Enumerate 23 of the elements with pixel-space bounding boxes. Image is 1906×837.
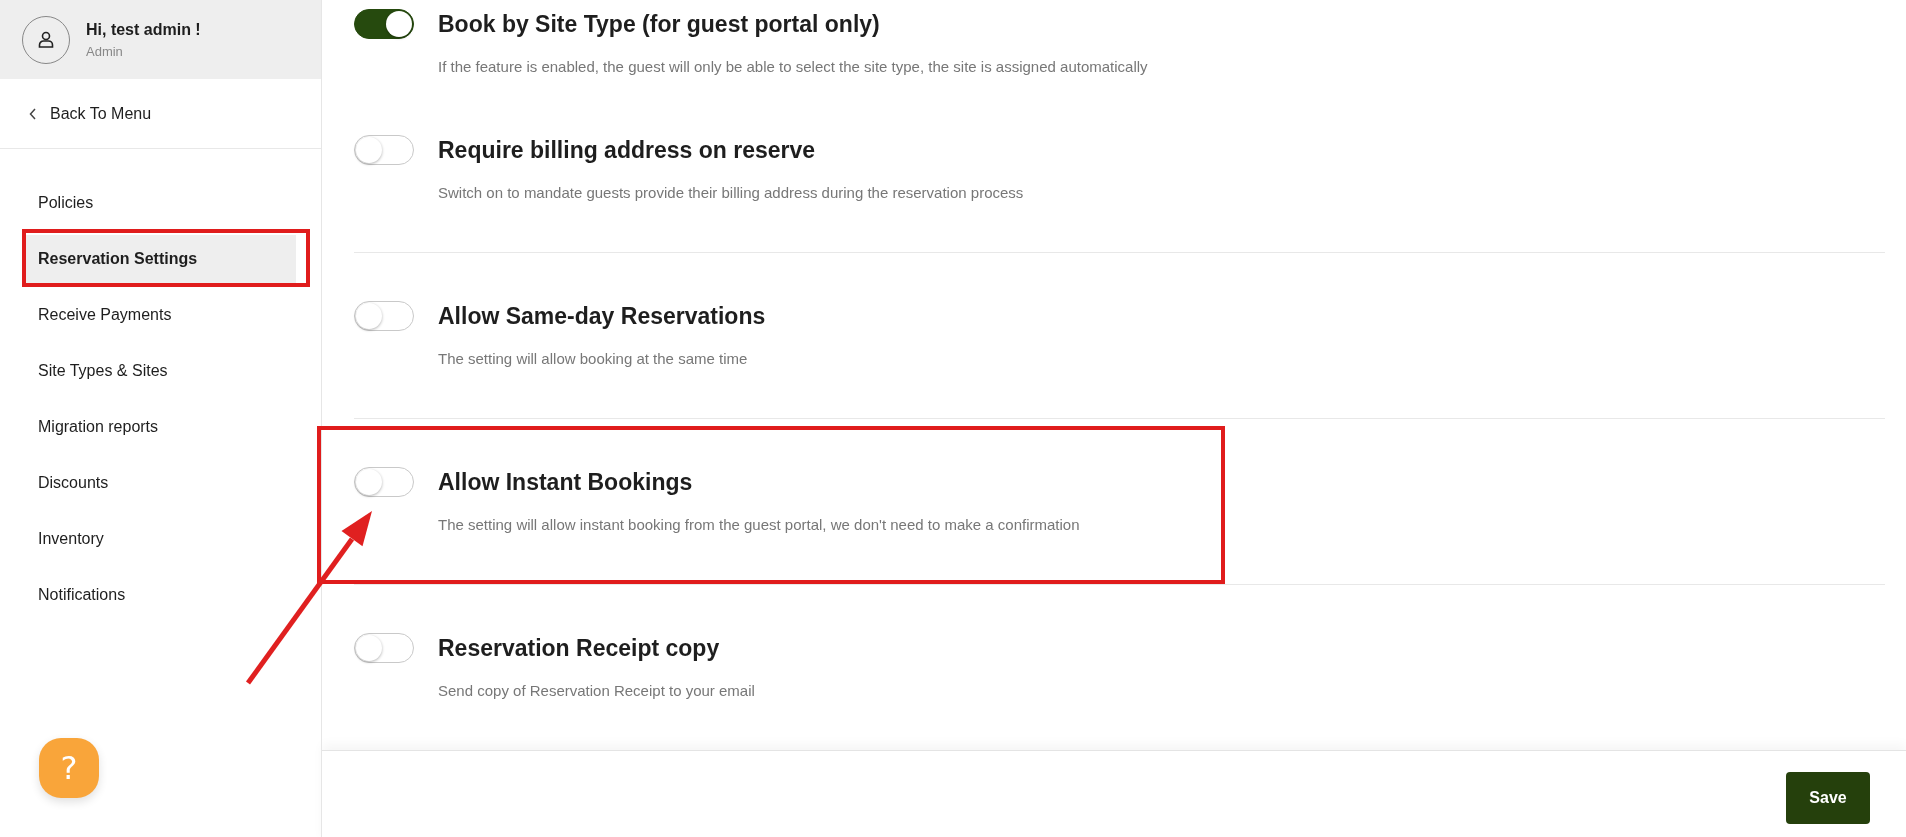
setting-description: The setting will allow booking at the same time xyxy=(438,349,749,369)
setting-title: Reservation Receipt copy xyxy=(438,634,720,662)
sidebar-item[interactable]: Policies xyxy=(22,179,296,227)
setting-description: The setting will allow instant booking from the guest portal, we don't need to make a confirmation xyxy=(438,515,1081,535)
setting-title: Allow Instant Bookings xyxy=(438,468,693,496)
user-greeting: Hi, test admin ! xyxy=(86,20,201,39)
sidebar-item[interactable]: Notifications xyxy=(22,571,296,619)
setting-description: Send copy of Reservation Receipt to your email xyxy=(438,681,756,701)
chevron-left-icon xyxy=(29,107,37,120)
setting-description: Switch on to mandate guests provide their billing address during the reservation process xyxy=(438,183,1025,203)
sidebar-item[interactable]: Receive Payments xyxy=(22,291,296,339)
sidebar-item[interactable]: Migration reports xyxy=(22,403,296,451)
toggle-switch[interactable] xyxy=(354,9,414,39)
sidebar-item[interactable]: Site Types & Sites xyxy=(22,347,296,395)
setting-title: Require billing address on reserve xyxy=(438,136,816,164)
sidebar-item[interactable]: Discounts xyxy=(22,459,296,507)
setting-title: Allow Same-day Reservations xyxy=(438,302,766,330)
user-role: Admin xyxy=(86,43,124,59)
sidebar-item[interactable]: Inventory xyxy=(22,515,296,563)
setting-description: If the feature is enabled, the guest will only be able to select the site type, the site is assigned automatically xyxy=(438,57,1149,77)
setting-title: Book by Site Type (for guest portal only) xyxy=(438,10,880,38)
back-link[interactable]: Back To Menu xyxy=(0,79,321,149)
save-button[interactable]: Save xyxy=(1786,771,1870,824)
